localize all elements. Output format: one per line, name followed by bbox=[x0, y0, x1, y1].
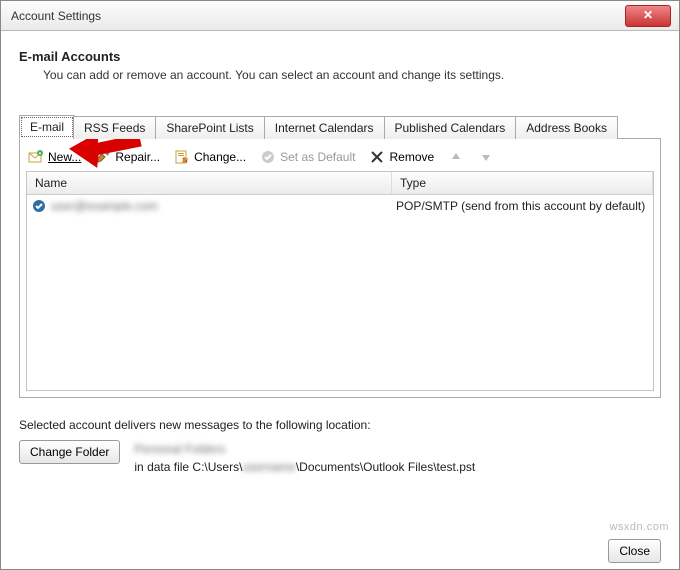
arrow-down-icon bbox=[478, 149, 494, 165]
column-header-type[interactable]: Type bbox=[392, 172, 653, 194]
watermark: wsxdn.com bbox=[609, 521, 669, 533]
change-label: Change... bbox=[194, 150, 246, 164]
delivery-location-label: Selected account delivers new messages t… bbox=[19, 418, 661, 432]
account-type-cell: POP/SMTP (send from this account by defa… bbox=[396, 199, 649, 213]
new-account-button[interactable]: ✦ New... bbox=[28, 149, 81, 165]
tab-strip: E-mail RSS Feeds SharePoint Lists Intern… bbox=[19, 114, 661, 138]
tab-internet-calendars[interactable]: Internet Calendars bbox=[264, 116, 385, 139]
tab-panel-email: ✦ New... Repair... Change... bbox=[19, 138, 661, 398]
remove-account-button[interactable]: Remove bbox=[369, 149, 434, 165]
svg-text:✦: ✦ bbox=[38, 151, 42, 157]
change-icon bbox=[174, 149, 190, 165]
delivery-folder-name: Personal Folders bbox=[134, 442, 225, 456]
section-description: You can add or remove an account. You ca… bbox=[43, 68, 661, 82]
delivery-path-suffix: \Documents\Outlook Files\test.pst bbox=[296, 460, 475, 474]
remove-label: Remove bbox=[389, 150, 434, 164]
account-row[interactable]: user@example.com POP/SMTP (send from thi… bbox=[27, 195, 653, 217]
tab-published-calendars[interactable]: Published Calendars bbox=[384, 116, 517, 139]
delivery-path: Personal Folders in data file C:\Users\u… bbox=[134, 440, 475, 476]
tab-rss-feeds[interactable]: RSS Feeds bbox=[73, 116, 156, 139]
move-down-button bbox=[478, 149, 494, 165]
delivery-location-row: Change Folder Personal Folders in data f… bbox=[19, 440, 661, 476]
remove-icon bbox=[369, 149, 385, 165]
tab-email[interactable]: E-mail bbox=[19, 115, 75, 139]
accounts-list[interactable]: Name Type user@example.com POP/SMTP (sen… bbox=[26, 171, 654, 391]
column-header-name[interactable]: Name bbox=[27, 172, 392, 194]
set-default-button: Set as Default bbox=[260, 149, 355, 165]
account-name-label: user@example.com bbox=[51, 199, 158, 213]
repair-account-button[interactable]: Repair... bbox=[95, 149, 160, 165]
tab-sharepoint-lists[interactable]: SharePoint Lists bbox=[155, 116, 264, 139]
new-icon: ✦ bbox=[28, 149, 44, 165]
check-circle-icon bbox=[260, 149, 276, 165]
account-name-cell: user@example.com bbox=[31, 198, 396, 214]
titlebar: Account Settings ✕ bbox=[1, 1, 679, 31]
account-settings-window: Account Settings ✕ E-mail Accounts You c… bbox=[0, 0, 680, 570]
change-account-button[interactable]: Change... bbox=[174, 149, 246, 165]
close-icon: ✕ bbox=[643, 8, 653, 22]
delivery-path-user: username bbox=[242, 460, 295, 474]
content-area: E-mail Accounts You can add or remove an… bbox=[1, 31, 679, 569]
section-title: E-mail Accounts bbox=[19, 49, 661, 64]
tab-address-books[interactable]: Address Books bbox=[515, 116, 618, 139]
accounts-toolbar: ✦ New... Repair... Change... bbox=[26, 145, 654, 171]
list-body: user@example.com POP/SMTP (send from thi… bbox=[27, 195, 653, 217]
repair-icon bbox=[95, 149, 111, 165]
new-label: New... bbox=[48, 150, 81, 164]
window-title: Account Settings bbox=[11, 9, 101, 23]
repair-label: Repair... bbox=[115, 150, 160, 164]
dialog-bottom-bar: Close bbox=[608, 539, 661, 563]
set-default-label: Set as Default bbox=[280, 150, 355, 164]
move-up-button bbox=[448, 149, 464, 165]
list-header: Name Type bbox=[27, 172, 653, 195]
default-account-icon bbox=[31, 198, 47, 214]
change-folder-button[interactable]: Change Folder bbox=[19, 440, 120, 464]
arrow-up-icon bbox=[448, 149, 464, 165]
delivery-path-prefix: in data file C:\Users\ bbox=[134, 460, 242, 474]
close-button[interactable]: Close bbox=[608, 539, 661, 563]
window-close-button[interactable]: ✕ bbox=[625, 5, 671, 27]
section-header: E-mail Accounts You can add or remove an… bbox=[19, 49, 661, 82]
